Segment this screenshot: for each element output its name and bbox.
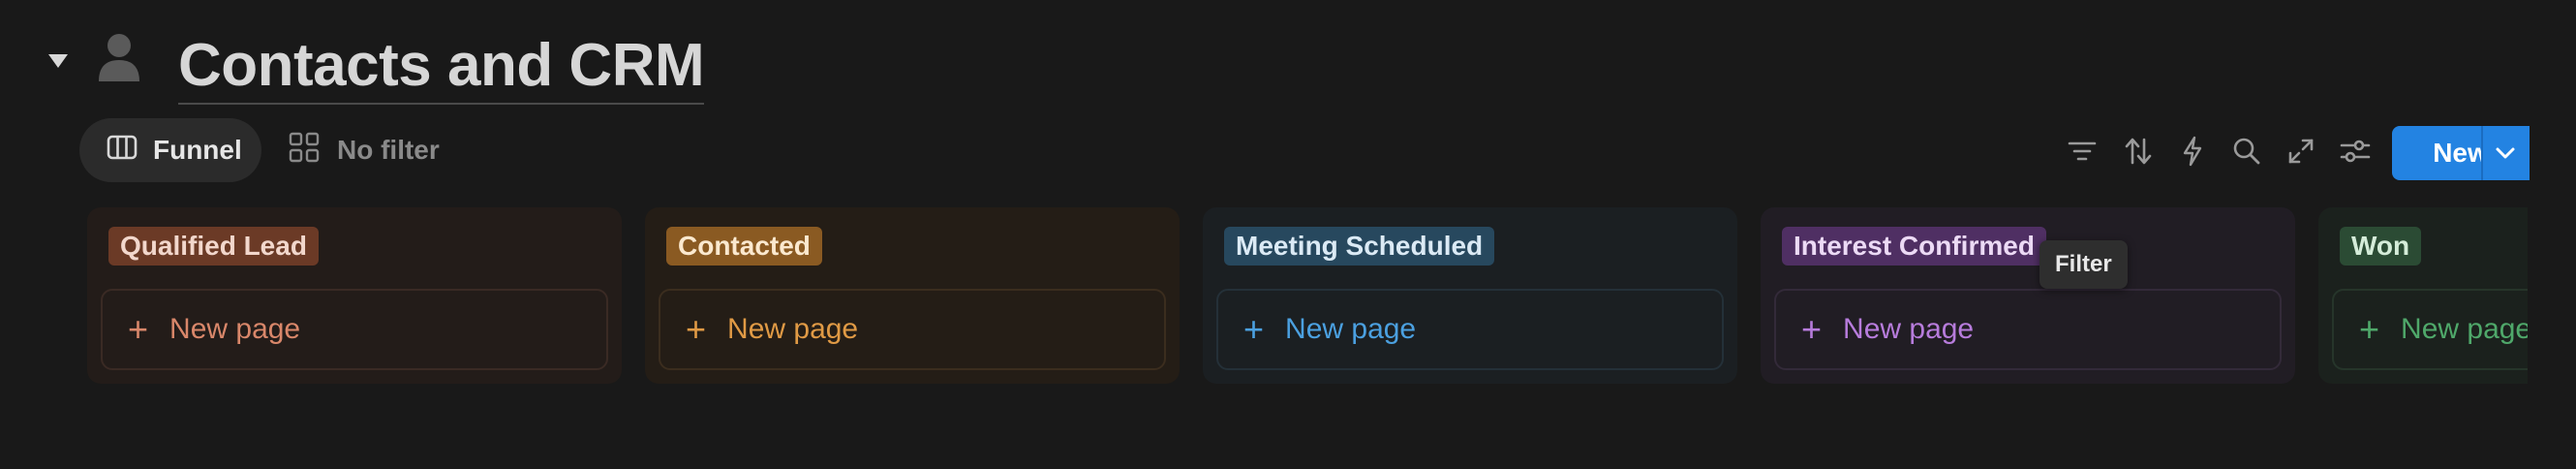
new-dropdown-chevron-icon[interactable]	[2481, 126, 2528, 180]
plus-icon: +	[686, 309, 707, 349]
collapse-toggle-icon[interactable]	[48, 54, 68, 68]
new-page-label: New page	[1843, 313, 1975, 345]
board-icon	[107, 135, 153, 167]
person-icon[interactable]	[97, 33, 141, 83]
new-page-label: New page	[169, 313, 301, 345]
board-column-interest-confirmed: Interest Confirmed + New page	[1761, 207, 2295, 384]
plus-icon: +	[128, 309, 149, 349]
column-tag[interactable]: Meeting Scheduled	[1224, 227, 1495, 266]
column-tag[interactable]: Won	[2340, 227, 2422, 266]
filter-icon[interactable]	[2065, 134, 2100, 169]
plus-icon: +	[1801, 309, 1823, 349]
new-page-button[interactable]: + New page	[2332, 289, 2528, 370]
column-tag[interactable]: Qualified Lead	[108, 227, 319, 266]
filter-tooltip: Filter	[2039, 240, 2128, 289]
column-tag[interactable]: Interest Confirmed	[1782, 227, 2046, 266]
new-page-button[interactable]: + New page	[1216, 289, 1724, 370]
new-page-button[interactable]: + New page	[659, 289, 1166, 370]
new-page-label: New page	[1285, 313, 1417, 345]
gallery-grid-icon	[289, 132, 337, 170]
board-column-won: Won + New page	[2318, 207, 2528, 384]
page-title[interactable]: Contacts and CRM	[178, 29, 705, 105]
column-tag[interactable]: Contacted	[666, 227, 822, 266]
plus-icon: +	[1243, 309, 1265, 349]
automation-bolt-icon[interactable]	[2175, 134, 2210, 169]
new-page-button[interactable]: + New page	[1774, 289, 2282, 370]
tab-no-filter[interactable]: No filter	[289, 118, 463, 182]
board-column-contacted: Contacted + New page	[645, 207, 1180, 384]
plus-icon: +	[2359, 309, 2380, 349]
expand-icon[interactable]	[2284, 134, 2318, 169]
new-page-label: New page	[2401, 313, 2528, 345]
tab-no-filter-label: No filter	[337, 135, 440, 165]
settings-sliders-icon[interactable]	[2338, 134, 2373, 169]
board-column-qualified-lead: Qualified Lead + New page	[87, 207, 622, 384]
search-icon[interactable]	[2229, 134, 2264, 169]
sort-icon[interactable]	[2121, 134, 2156, 169]
new-page-button[interactable]: + New page	[101, 289, 608, 370]
board-column-meeting-scheduled: Meeting Scheduled + New page	[1203, 207, 1737, 384]
tab-funnel[interactable]: Funnel	[79, 118, 261, 182]
new-page-label: New page	[727, 313, 859, 345]
tab-funnel-label: Funnel	[153, 135, 242, 165]
